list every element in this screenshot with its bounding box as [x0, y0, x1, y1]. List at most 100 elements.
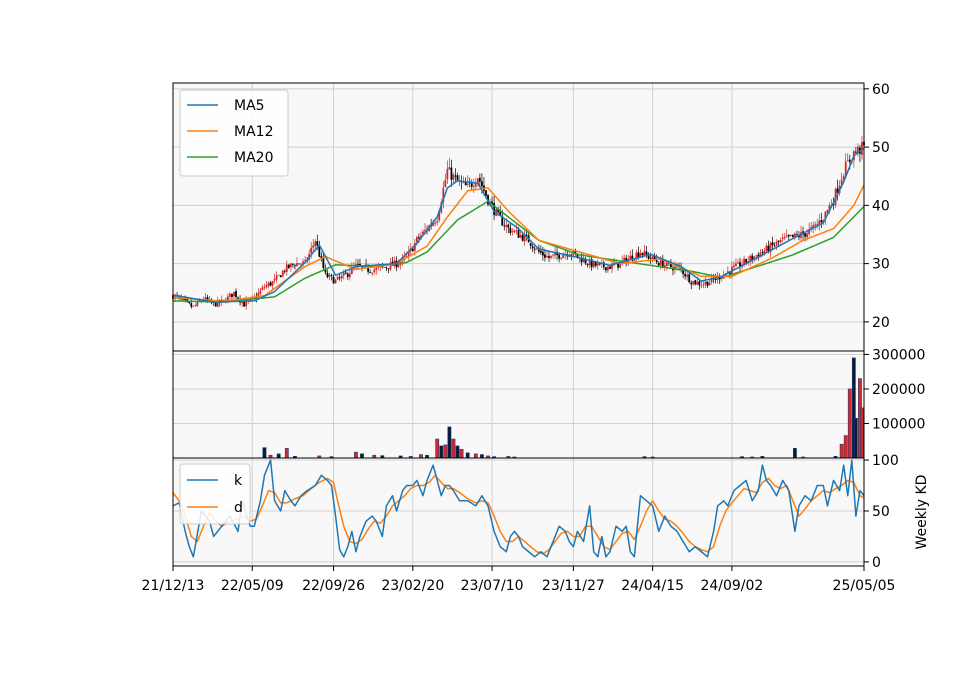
candle-body — [375, 267, 378, 270]
candle-body — [704, 281, 707, 285]
candle-body — [348, 273, 351, 278]
candle-body — [546, 256, 548, 258]
x-tick-label-2: 22/09/26 — [302, 578, 365, 594]
candle-body — [190, 303, 193, 307]
candle-body — [310, 247, 313, 254]
legend-d-label: d — [234, 500, 243, 516]
candle-body — [385, 267, 388, 269]
volume-panel-background — [173, 351, 864, 458]
candle-body — [775, 241, 778, 246]
volume-bar — [853, 418, 858, 459]
chart-svg: 21/12/13 22/05/09 22/09/26 23/02/20 23/07/10… — [0, 0, 960, 690]
candle-body — [418, 237, 420, 239]
candle-body — [292, 264, 294, 266]
candle-body — [277, 274, 280, 276]
candle-body — [298, 263, 300, 265]
candle-body — [651, 255, 654, 260]
candle-body — [330, 275, 333, 277]
candle-body — [322, 258, 325, 268]
candle-body — [312, 245, 315, 248]
volume-bar — [860, 407, 864, 459]
price-y-tick-label-2: 40 — [872, 198, 890, 214]
candle-body — [698, 281, 701, 286]
x-tick-label-7: 24/09/02 — [700, 578, 763, 594]
candle-body — [690, 282, 693, 285]
candle-body — [659, 260, 662, 266]
candle-body — [229, 293, 231, 297]
price-y-tick-label-4: 60 — [872, 82, 890, 98]
candle-body — [507, 224, 510, 228]
candle-body — [541, 251, 544, 256]
candle-body — [781, 237, 784, 240]
candle-body — [533, 248, 536, 250]
candle-body — [787, 234, 790, 237]
candle-body — [773, 245, 776, 247]
candle-body — [558, 254, 561, 259]
candle-body — [287, 264, 290, 268]
candle-body — [552, 254, 554, 256]
volume-bar — [284, 448, 289, 459]
candle-body — [373, 269, 376, 273]
x-tick-label-3: 23/02/20 — [381, 578, 444, 594]
volume-bar — [465, 452, 470, 459]
volume-bar — [792, 448, 797, 459]
volume-bar — [459, 449, 464, 459]
candle-body — [694, 280, 697, 285]
candle-body — [735, 263, 737, 266]
kd-y-tick-label-0: 0 — [872, 555, 881, 571]
candle-body — [548, 256, 550, 258]
candle-body — [233, 291, 235, 297]
candle-body — [586, 264, 589, 265]
candle-body — [745, 258, 748, 263]
volume-bar — [276, 453, 281, 459]
candle-body — [241, 302, 243, 304]
candle-body — [371, 272, 374, 274]
candle-body — [714, 278, 717, 281]
candle-body — [316, 241, 319, 246]
candle-body — [289, 263, 292, 268]
candle-body — [637, 252, 640, 257]
x-tick-label-5: 23/11/27 — [542, 578, 605, 594]
volume-bar — [435, 438, 440, 459]
kd-y-tick-label-2: 100 — [872, 453, 899, 469]
candle-body — [696, 281, 699, 285]
candle-body — [806, 233, 808, 238]
volume-y-tick-label-1: 200000 — [872, 382, 925, 398]
candle-body — [344, 272, 347, 274]
volume-bar — [480, 454, 484, 459]
x-tick-label-8: 25/05/05 — [833, 578, 896, 594]
candle-body — [334, 279, 337, 283]
candle-body — [481, 181, 483, 187]
candle-body — [332, 276, 335, 284]
candle-body — [607, 266, 609, 271]
candle-body — [702, 284, 705, 286]
candle-body — [820, 220, 823, 223]
candle-body — [604, 267, 607, 271]
legend-ma5-label: MA5 — [234, 98, 265, 114]
volume-bar — [262, 447, 267, 459]
candle-body — [692, 280, 695, 285]
volume-bar — [443, 444, 448, 459]
volume-bar — [843, 435, 848, 459]
candle-body — [596, 263, 599, 266]
legend-k-label: k — [234, 473, 243, 489]
legend-ma20-label: MA20 — [234, 150, 273, 166]
candle-body — [684, 274, 687, 277]
candle-body — [235, 291, 237, 298]
candle-body — [779, 240, 782, 242]
price-y-tick-label-0: 20 — [872, 315, 890, 331]
kd-legend: k d — [179, 463, 251, 525]
volume-bar — [473, 453, 478, 459]
candle-body — [686, 274, 689, 277]
candle-body — [816, 223, 819, 225]
volume-bar — [439, 445, 444, 459]
candle-body — [192, 305, 195, 307]
candle-body — [641, 252, 644, 255]
volume-bar — [447, 426, 452, 459]
candle-body — [478, 178, 481, 182]
candle-body — [761, 252, 764, 253]
candle-body — [265, 285, 268, 288]
candle-body — [452, 174, 455, 180]
price-legend: MA5 MA12 MA20 — [179, 89, 289, 177]
candle-body — [214, 302, 217, 307]
